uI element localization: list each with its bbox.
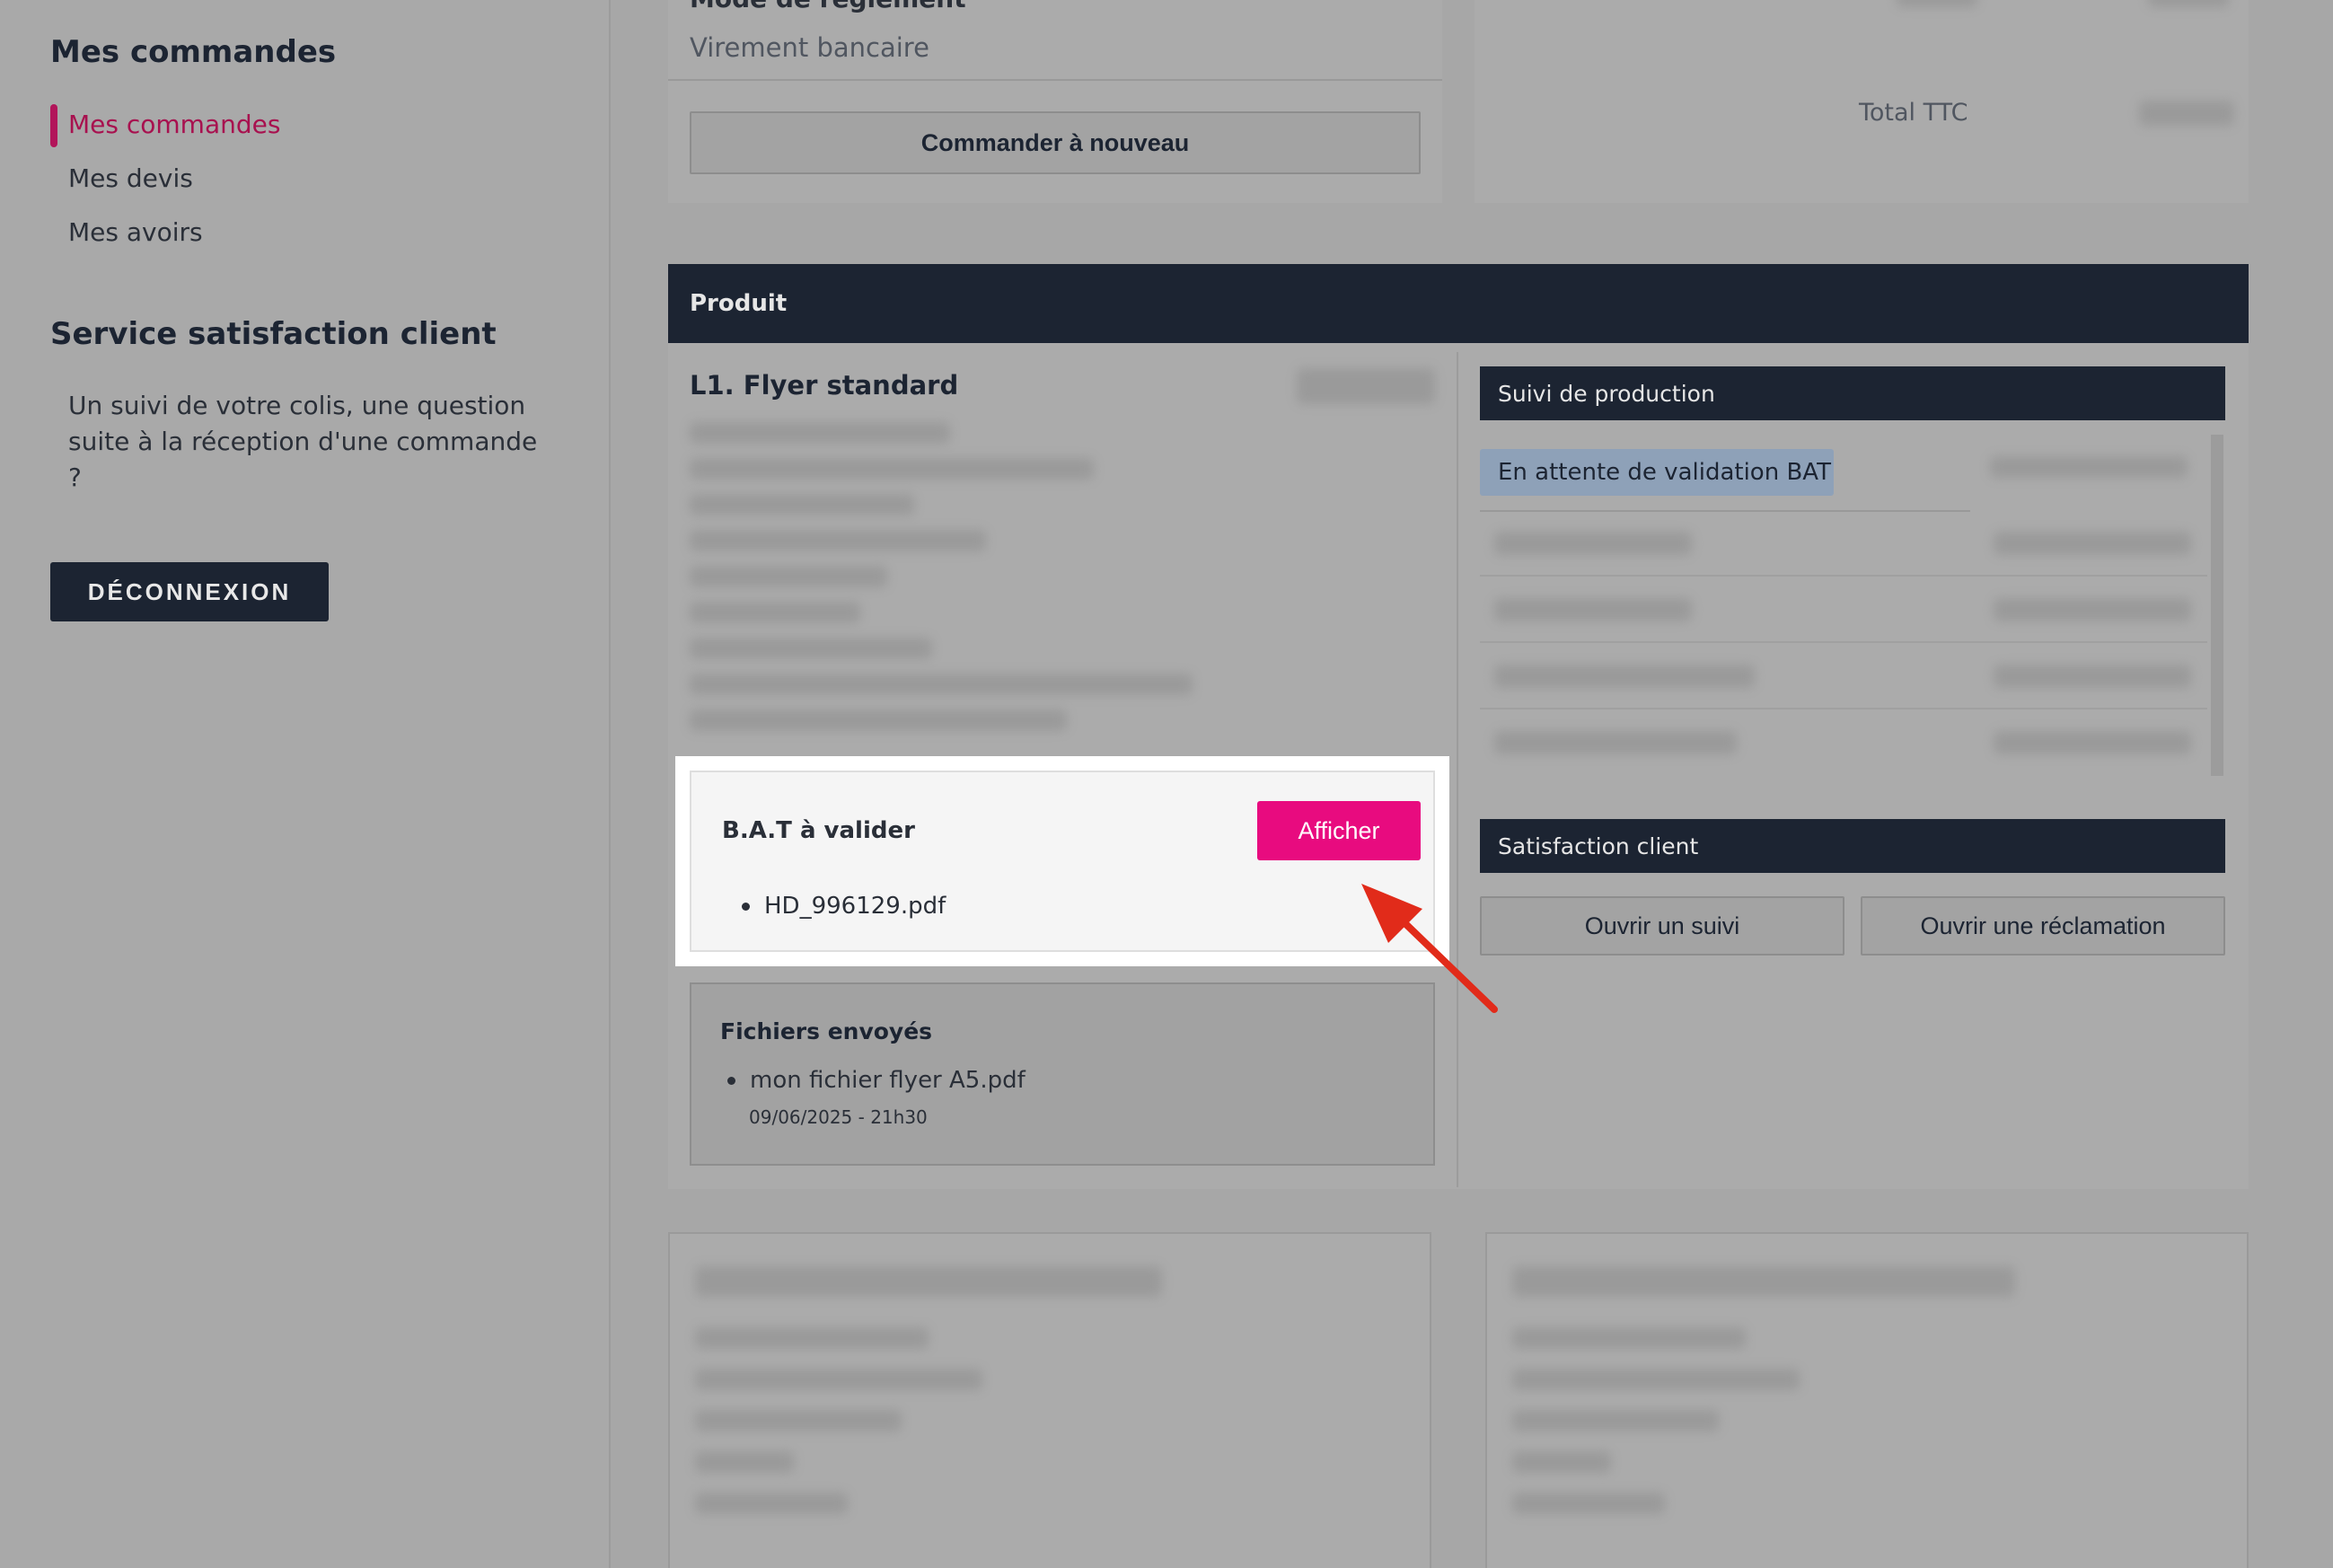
blurred-spec bbox=[690, 530, 986, 551]
blurred-line bbox=[1512, 1369, 1800, 1390]
blurred-date bbox=[1990, 456, 2188, 478]
show-bat-button[interactable]: Afficher bbox=[1257, 801, 1421, 860]
blurred-heading bbox=[1512, 1266, 2015, 1297]
blurred-step bbox=[1494, 532, 1692, 555]
nav-item-credits[interactable]: Mes avoirs bbox=[68, 217, 203, 247]
blurred-line bbox=[695, 1493, 848, 1514]
sent-files-title: Fichiers envoyés bbox=[720, 1018, 933, 1044]
totals-card: Total TTC bbox=[1475, 0, 2249, 203]
bat-file-item: HD_996129.pdf bbox=[742, 893, 946, 920]
current-step-badge: En attente de validation BAT bbox=[1480, 449, 1834, 496]
production-header: Suivi de production bbox=[1480, 366, 2225, 420]
divider bbox=[1480, 510, 1970, 512]
sent-file-date: 09/06/2025 - 21h30 bbox=[749, 1106, 928, 1128]
total-label: Total TTC bbox=[1859, 99, 1968, 127]
blurred-line bbox=[695, 1451, 794, 1473]
blurred-step bbox=[1494, 665, 1755, 688]
reorder-button[interactable]: Commander à nouveau bbox=[690, 111, 1421, 174]
blurred-value bbox=[1897, 0, 1977, 7]
blurred-line bbox=[1512, 1410, 1719, 1431]
bat-box: B.A.T à valider Afficher HD_996129.pdf bbox=[690, 771, 1435, 952]
product-header: Produit bbox=[668, 264, 2249, 343]
payment-card: Mode de règlement Virement bancaire Comm… bbox=[668, 0, 1442, 203]
blurred-line bbox=[695, 1327, 929, 1349]
open-claim-button[interactable]: Ouvrir une réclamation bbox=[1861, 896, 2225, 956]
blurred-date bbox=[1994, 532, 2191, 555]
nav-item-quotes[interactable]: Mes devis bbox=[68, 163, 193, 193]
blurred-spec bbox=[690, 566, 887, 587]
divider bbox=[1480, 641, 2207, 643]
blurred-spec bbox=[690, 422, 950, 444]
blurred-date bbox=[1994, 598, 2191, 621]
bat-highlight: B.A.T à valider Afficher HD_996129.pdf bbox=[675, 756, 1449, 966]
blurred-value bbox=[2148, 0, 2229, 7]
divider bbox=[668, 79, 1442, 81]
billing-address-card bbox=[668, 1232, 1431, 1568]
orders-section-title: Mes commandes bbox=[50, 34, 337, 70]
sent-file-link[interactable]: mon fichier flyer A5.pdf bbox=[750, 1067, 1026, 1094]
logout-button[interactable]: DÉCONNEXION bbox=[50, 562, 329, 621]
blurred-heading bbox=[695, 1266, 1162, 1297]
service-description: Un suivi de votre colis, une question su… bbox=[68, 391, 538, 492]
sidebar: Mes commandes Mes commandes Mes devis Me… bbox=[0, 0, 611, 1568]
bat-file-link[interactable]: HD_996129.pdf bbox=[764, 893, 946, 920]
blurred-step bbox=[1494, 731, 1737, 754]
blurred-total bbox=[2139, 101, 2234, 126]
active-nav-indicator bbox=[50, 104, 57, 147]
blurred-spec bbox=[690, 494, 914, 515]
blurred-price bbox=[1297, 368, 1435, 404]
payment-value: Virement bancaire bbox=[690, 32, 929, 63]
shipping-address-card bbox=[1485, 1232, 2249, 1568]
bat-title: B.A.T à valider bbox=[722, 817, 915, 844]
divider bbox=[1480, 708, 2207, 709]
payment-label: Mode de règlement bbox=[690, 0, 966, 13]
blurred-line bbox=[1512, 1327, 1746, 1349]
blurred-spec bbox=[690, 674, 1193, 695]
column-divider bbox=[1457, 352, 1458, 1187]
blurred-line bbox=[695, 1369, 982, 1390]
bullet-icon bbox=[742, 903, 750, 911]
product-name: L1. Flyer standard bbox=[690, 370, 959, 401]
scrollbar[interactable] bbox=[2211, 435, 2223, 776]
blurred-step bbox=[1494, 598, 1692, 621]
blurred-spec bbox=[690, 638, 932, 659]
blurred-spec bbox=[690, 458, 1094, 480]
blurred-line bbox=[695, 1410, 902, 1431]
blurred-spec bbox=[690, 709, 1067, 731]
sent-file-item: mon fichier flyer A5.pdf bbox=[727, 1067, 1026, 1094]
blurred-line bbox=[1512, 1451, 1611, 1473]
open-follow-up-button[interactable]: Ouvrir un suivi bbox=[1480, 896, 1844, 956]
divider bbox=[1480, 575, 2207, 577]
sent-files-box: Fichiers envoyés mon fichier flyer A5.pd… bbox=[690, 982, 1435, 1166]
blurred-spec bbox=[690, 602, 860, 623]
service-section-title: Service satisfaction client bbox=[50, 316, 497, 352]
nav-item-orders[interactable]: Mes commandes bbox=[68, 110, 280, 139]
satisfaction-header: Satisfaction client bbox=[1480, 819, 2225, 873]
blurred-date bbox=[1994, 731, 2191, 754]
blurred-date bbox=[1994, 665, 2191, 688]
blurred-line bbox=[1512, 1493, 1665, 1514]
bullet-icon bbox=[727, 1077, 735, 1085]
